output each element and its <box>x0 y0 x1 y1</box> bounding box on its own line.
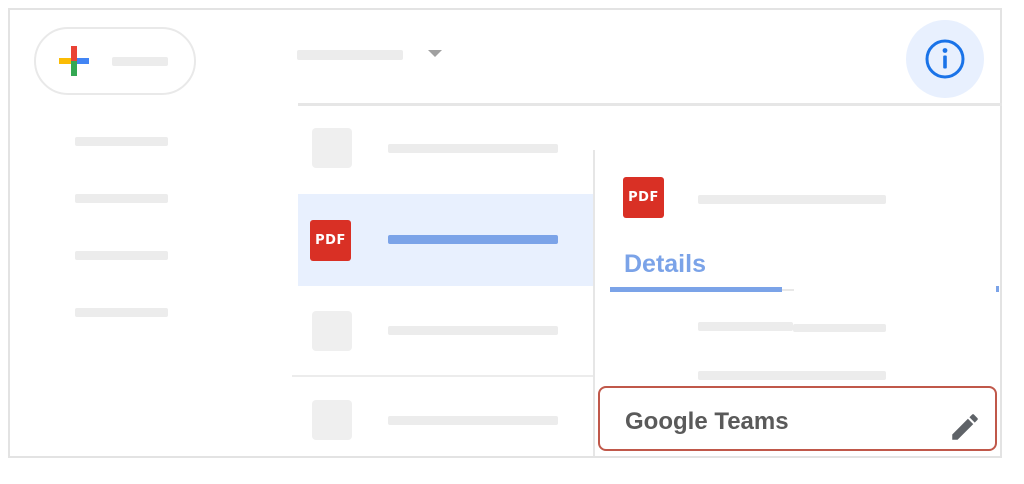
sidebar-item[interactable] <box>75 308 168 317</box>
sidebar-item[interactable] <box>75 194 168 203</box>
pencil-icon[interactable] <box>948 410 982 444</box>
detail-label-placeholder <box>698 322 793 331</box>
file-name-placeholder[interactable] <box>388 144 558 153</box>
detail-value-placeholder <box>793 324 886 332</box>
details-pdf-icon: PDF <box>623 177 664 218</box>
file-thumbnail[interactable] <box>312 400 352 440</box>
plus-color-icon <box>59 46 89 76</box>
pdf-file-icon: PDF <box>310 220 351 261</box>
file-thumbnail[interactable] <box>312 128 352 168</box>
sidebar-item[interactable] <box>75 137 168 146</box>
detail-row-placeholder <box>698 371 886 380</box>
row-divider <box>292 375 594 377</box>
sidebar-item[interactable] <box>75 251 168 260</box>
details-file-name-placeholder <box>698 195 886 204</box>
breadcrumb-placeholder[interactable] <box>297 50 403 60</box>
file-name-placeholder[interactable] <box>388 416 558 425</box>
caret-down-icon[interactable] <box>428 50 442 57</box>
tab-active-indicator <box>610 287 782 292</box>
tab-rule <box>782 289 794 291</box>
team-field-value: Google Teams <box>625 408 789 435</box>
file-name-placeholder[interactable] <box>388 326 558 335</box>
tab-details[interactable]: Details <box>624 250 706 279</box>
file-thumbnail[interactable] <box>312 311 352 351</box>
details-panel-border <box>593 150 595 456</box>
new-button-label-placeholder <box>112 57 168 66</box>
toolbar-divider <box>298 103 1002 106</box>
info-button[interactable] <box>906 20 984 98</box>
tab-indicator-edge <box>996 286 999 292</box>
info-icon <box>925 39 965 79</box>
selected-file-name-placeholder[interactable] <box>388 235 558 244</box>
